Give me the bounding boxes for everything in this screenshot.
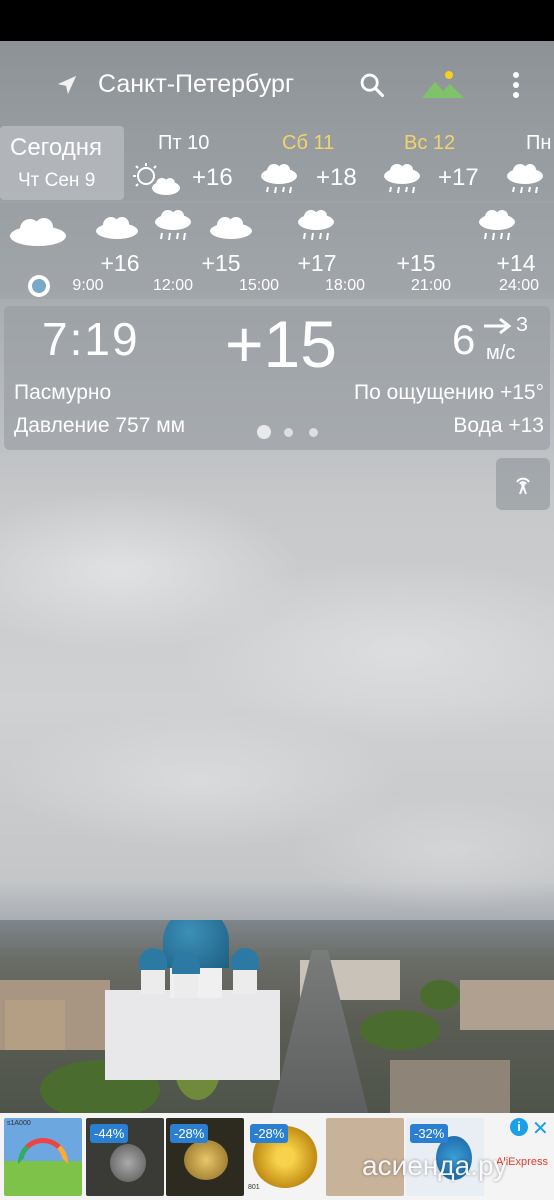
day-temp: +18: [316, 164, 357, 191]
rain-icon: [507, 164, 543, 194]
ad-info-icon[interactable]: i: [510, 1118, 528, 1136]
cloud-icon: [10, 218, 66, 246]
ad-tile-caption: 801: [248, 1184, 260, 1191]
day-name: Сб 11: [282, 132, 335, 154]
water-temp-text: Вода +13: [453, 414, 544, 437]
wind-direction: З: [516, 314, 529, 336]
ad-tile-caption: s1A000: [7, 1120, 31, 1127]
city-title[interactable]: Санкт-Петербург: [98, 70, 294, 99]
discount-badge: -28%: [170, 1124, 209, 1143]
day-name: Пт 10: [158, 132, 210, 154]
hour-time: 21:00: [410, 277, 452, 294]
page-indicator: [284, 428, 293, 437]
hour-temp: +15: [201, 250, 241, 276]
ad-close-icon[interactable]: ✕: [532, 1116, 549, 1141]
rain-icon: [261, 164, 297, 194]
current-temperature: +15: [225, 307, 337, 381]
search-icon[interactable]: [358, 71, 386, 99]
hour-temp: +17: [297, 250, 337, 276]
rain-icon: [298, 210, 334, 241]
ad-tile-landscape[interactable]: s1A000: [4, 1118, 82, 1196]
hour-time: 9:00: [72, 277, 104, 294]
cloud-icon: [210, 217, 252, 239]
day-forecast-2[interactable]: Вс 12 +17: [380, 126, 500, 200]
page-indicator: [309, 428, 318, 437]
day-name: Пн: [526, 132, 552, 154]
rain-icon: [155, 210, 191, 241]
page-indicator-active: [257, 425, 271, 439]
day-forecast-3[interactable]: Пн: [504, 126, 554, 200]
condition-text: Пасмурно: [14, 381, 112, 404]
city-photo: [0, 920, 554, 1115]
day-temp: +16: [192, 164, 233, 191]
partly-cloudy-icon: [133, 163, 180, 195]
day-today[interactable]: Сегодня Чт Сен 9: [0, 126, 124, 200]
cloud-layer: [0, 450, 554, 920]
radar-button[interactable]: [496, 458, 550, 510]
day-temp: +17: [438, 164, 479, 191]
today-label: Сегодня: [10, 134, 102, 161]
wind-unit: м/с: [486, 342, 516, 364]
rain-icon: [479, 210, 515, 241]
discount-badge: -44%: [90, 1124, 129, 1143]
hour-time: 15:00: [238, 277, 280, 294]
landscape-icon[interactable]: [422, 70, 464, 100]
hour-time: 24:00: [498, 277, 540, 294]
today-date: Чт Сен 9: [18, 170, 96, 191]
more-vert-icon[interactable]: [507, 70, 525, 100]
hour-time: 18:00: [324, 277, 366, 294]
hour-temp: +15: [396, 250, 436, 276]
pressure-text: Давление 757 мм: [14, 414, 186, 437]
wind-direction-arrow-icon: [484, 317, 512, 335]
day-forecast-1[interactable]: Сб 11 +18: [256, 126, 376, 200]
hour-temp: +16: [100, 250, 140, 276]
hour-time: 12:00: [152, 277, 194, 294]
radar-icon: [516, 477, 530, 495]
location-arrow-icon[interactable]: [56, 74, 78, 96]
wind-speed: 6: [452, 316, 476, 363]
day-forecast-0[interactable]: Пт 10 +16: [130, 126, 250, 200]
cathedral: [105, 990, 280, 1080]
current-time: 7:19: [42, 313, 140, 365]
discount-badge: -32%: [410, 1124, 449, 1143]
day-name: Вс 12: [404, 132, 456, 154]
cloud-icon: [96, 217, 138, 239]
watermark: асиенда.ру: [362, 1150, 508, 1181]
hour-temp: +14: [496, 250, 536, 276]
discount-badge: -28%: [250, 1124, 289, 1143]
feels-like-text: По ощущению +15°: [354, 381, 544, 404]
rain-icon: [384, 164, 420, 194]
current-time-marker: [28, 275, 50, 297]
